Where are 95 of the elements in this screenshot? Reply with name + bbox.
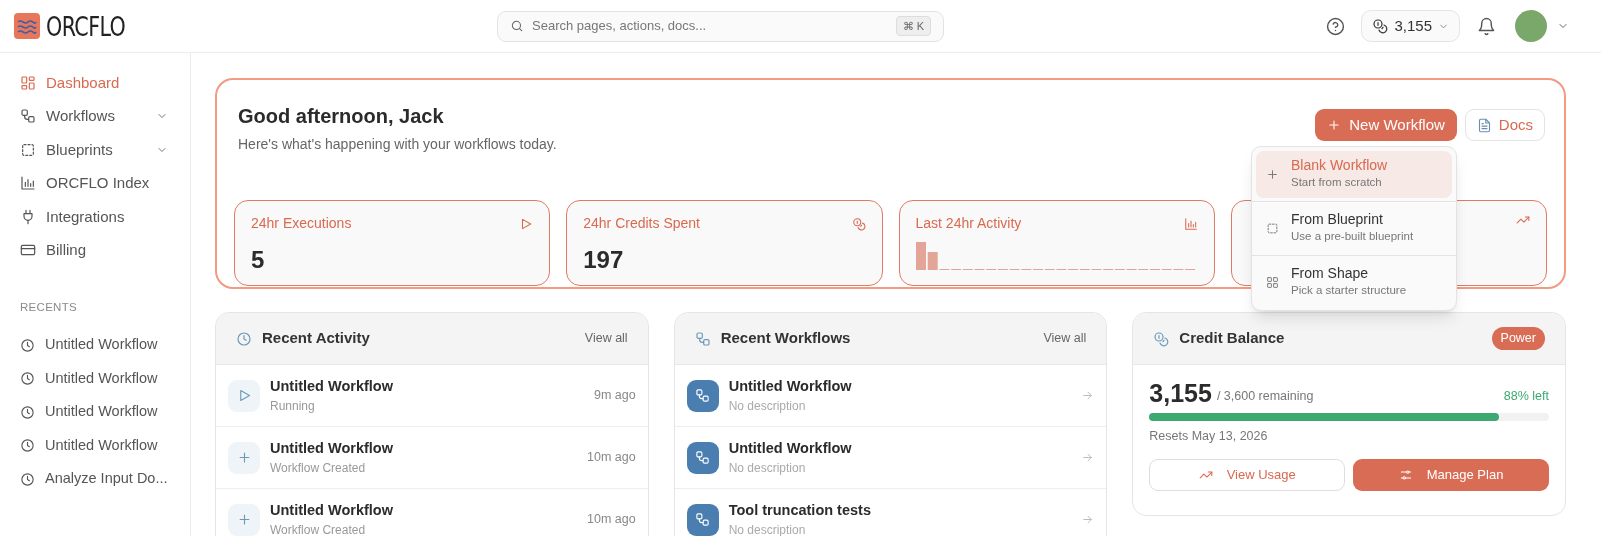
search-icon <box>510 19 524 33</box>
coins-icon <box>1372 18 1389 34</box>
row-title: Untitled Workflow <box>270 438 394 458</box>
help-icon <box>1326 16 1346 36</box>
clock-icon <box>20 471 35 487</box>
document-icon <box>1476 117 1492 133</box>
recent-item[interactable]: Untitled Workflow <box>20 395 168 429</box>
arrow-right-icon <box>1081 513 1095 526</box>
panel-title: Credit Balance <box>1179 328 1286 349</box>
recent-item[interactable]: Untitled Workflow <box>20 328 168 362</box>
nodes-icon <box>695 388 711 403</box>
stat-label: 24hr Executions <box>251 214 352 233</box>
credits-button[interactable]: 3,155 <box>1361 10 1460 42</box>
row-description: No description <box>728 460 807 478</box>
sliders-icon <box>1398 467 1413 482</box>
nodes-icon <box>20 108 36 125</box>
reset-date: Resets May 13, 2026 <box>1149 428 1269 445</box>
percent-left: 88% left <box>1503 388 1549 406</box>
row-title: Untitled Workflow <box>270 376 394 396</box>
row-status: Running <box>270 398 316 416</box>
plus-icon <box>236 512 252 527</box>
activity-row[interactable]: Untitled Workflow Workflow Created 10m ago <box>216 489 648 536</box>
recent-item[interactable]: Untitled Workflow <box>20 428 168 463</box>
view-all-link[interactable]: View all <box>584 329 628 348</box>
logo-icon <box>14 13 40 39</box>
sidebar-item[interactable]: Blueprints <box>20 133 168 167</box>
row-title: Tool truncation tests <box>728 500 872 520</box>
clock-icon <box>236 330 252 347</box>
recent-item[interactable]: Analyze Input Do... <box>20 462 168 496</box>
workflow-row[interactable]: Tool truncation tests No description <box>674 489 1107 536</box>
row-description: No description <box>728 522 807 536</box>
row-title: Untitled Workflow <box>728 376 853 396</box>
plus-icon <box>236 450 252 465</box>
clock-icon <box>20 371 35 386</box>
grid-icon <box>1266 276 1279 289</box>
arrow-right-icon <box>1081 451 1095 464</box>
recent-item[interactable]: Untitled Workflow <box>20 361 168 396</box>
section-heading: RECENTS <box>20 300 78 315</box>
clock-icon <box>20 337 35 353</box>
row-title: Untitled Workflow <box>728 438 853 458</box>
row-title: Untitled Workflow <box>270 500 394 520</box>
bar-chart-icon <box>20 175 36 192</box>
plus-icon <box>1327 118 1342 132</box>
panel-title: Recent Activity <box>262 328 371 349</box>
logo-text[interactable]: ORCFLO <box>46 12 126 40</box>
sidebar-item[interactable]: Workflows <box>20 99 168 133</box>
stat-value: 5 <box>251 245 266 275</box>
bar-chart-icon <box>1183 216 1198 231</box>
row-description: No description <box>728 398 807 416</box>
sidebar-item[interactable]: Billing <box>20 233 168 267</box>
docs-button[interactable]: Docs <box>1464 109 1545 141</box>
avatar[interactable] <box>1515 10 1547 42</box>
nodes-icon <box>695 512 711 527</box>
coins-icon <box>851 216 866 231</box>
stat-label: Last 24hr Activity <box>915 214 1022 233</box>
row-time: 10m ago <box>587 449 636 467</box>
menu-item[interactable]: From Shape Pick a starter structure <box>1256 259 1452 306</box>
workflow-row[interactable]: Untitled Workflow No description <box>674 427 1107 489</box>
plus-icon <box>1266 168 1279 181</box>
workflow-row[interactable]: Untitled Workflow No description <box>674 365 1107 427</box>
credit-total: / 3,600 remaining <box>1216 388 1314 406</box>
row-time: 10m ago <box>587 511 636 529</box>
grid-icon <box>20 74 36 91</box>
stat-value: 197 <box>583 245 625 275</box>
greeting: Good afternoon, Jack <box>238 104 445 129</box>
credit-amount: 3,155 <box>1149 381 1212 406</box>
dashed-square-icon <box>20 141 36 158</box>
panel-title: Recent Workflows <box>720 328 852 349</box>
bell-icon <box>1477 16 1496 36</box>
sidebar-item[interactable]: Dashboard <box>20 66 168 100</box>
coins-icon <box>1153 330 1170 347</box>
clock-icon <box>20 438 35 453</box>
view-all-link[interactable]: View all <box>1043 329 1087 348</box>
arrow-right-icon <box>1081 389 1095 402</box>
search-field[interactable]: Search pages, actions, docs... ⌘ K <box>497 10 944 42</box>
play-icon <box>519 216 534 231</box>
row-status: Workflow Created <box>270 522 367 536</box>
subtitle: Here's what's happening with your workflows today. <box>238 135 558 154</box>
row-time: 9m ago <box>593 387 636 405</box>
sidebar-item[interactable]: Integrations <box>20 200 168 234</box>
clock-icon <box>20 404 35 420</box>
row-status: Workflow Created <box>270 460 367 478</box>
dashed-square-icon <box>1266 222 1279 235</box>
nodes-icon <box>695 450 711 465</box>
nodes-icon <box>694 330 711 347</box>
activity-row[interactable]: Untitled Workflow Running 9m ago <box>216 365 648 427</box>
sidebar-item[interactable]: ORCFLO Index <box>20 166 168 200</box>
activity-row[interactable]: Untitled Workflow Workflow Created 10m ago <box>216 427 648 489</box>
shortcut-key: ⌘ K <box>895 15 931 37</box>
plan-badge: Power <box>1491 327 1545 350</box>
menu-item[interactable]: Blank Workflow Start from scratch <box>1256 151 1452 198</box>
menu-item[interactable]: From Blueprint Use a pre-built blueprint <box>1256 205 1452 252</box>
plug-icon <box>20 208 36 225</box>
stat-label: 24hr Credits Spent <box>583 214 700 233</box>
view-usage-button[interactable]: View Usage <box>1149 458 1346 491</box>
